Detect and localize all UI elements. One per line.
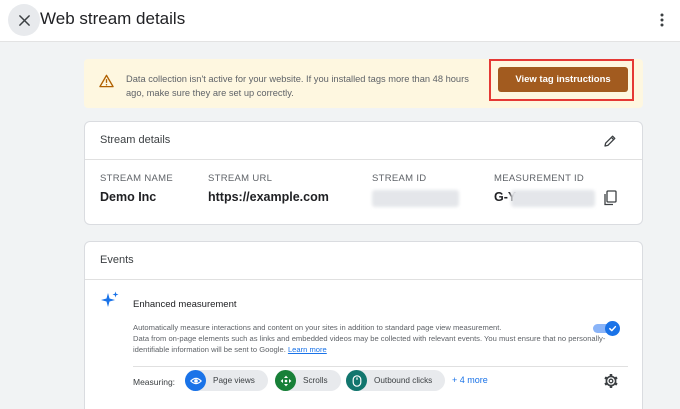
events-header: Events bbox=[85, 242, 642, 280]
stream-details-title: Stream details bbox=[100, 134, 171, 146]
chip-outbound-clicks[interactable]: Outbound clicks bbox=[346, 370, 445, 391]
chip-scrolls-label: Scrolls bbox=[303, 376, 328, 385]
gear-icon[interactable] bbox=[603, 373, 619, 389]
events-card: Events Enhanced measurement Automaticall… bbox=[84, 241, 643, 409]
chip-outbound-clicks-label: Outbound clicks bbox=[374, 376, 433, 385]
check-icon bbox=[609, 325, 617, 332]
toggle-knob bbox=[605, 321, 620, 336]
enhanced-measurement-description: Automatically measure interactions and c… bbox=[133, 322, 619, 355]
more-measurements-link[interactable]: + 4 more bbox=[452, 375, 488, 385]
close-icon bbox=[18, 14, 30, 26]
page-title: Web stream details bbox=[40, 9, 186, 28]
stream-name-value: Demo Inc bbox=[100, 190, 157, 204]
eye-icon bbox=[185, 370, 206, 391]
stream-details-header: Stream details bbox=[85, 122, 642, 160]
measurement-id-redacted bbox=[511, 190, 595, 207]
mouse-icon bbox=[346, 370, 367, 391]
stream-url-label: STREAM URL bbox=[208, 173, 273, 184]
close-button[interactable] bbox=[8, 4, 40, 36]
chip-scrolls[interactable]: Scrolls bbox=[275, 370, 341, 391]
learn-more-link[interactable]: Learn more bbox=[288, 345, 327, 354]
stream-id-label: STREAM ID bbox=[372, 173, 427, 184]
edit-icon[interactable] bbox=[603, 134, 617, 148]
crosshair-icon bbox=[275, 370, 296, 391]
more-vert-icon bbox=[660, 13, 664, 27]
top-bar: Web stream details bbox=[0, 0, 680, 42]
chip-page-views[interactable]: Page views bbox=[185, 370, 268, 391]
more-options-button[interactable] bbox=[652, 10, 672, 30]
enhanced-measurement-title: Enhanced measurement bbox=[133, 299, 237, 310]
section-divider bbox=[133, 366, 628, 367]
enhanced-measurement-summary: Automatically measure interactions and c… bbox=[133, 323, 502, 332]
stream-url-value: https://example.com bbox=[208, 190, 329, 204]
stream-id-redacted bbox=[372, 190, 459, 207]
enhanced-measurement-toggle[interactable] bbox=[593, 321, 620, 336]
stream-name-label: STREAM NAME bbox=[100, 173, 173, 184]
sparkle-icon bbox=[101, 291, 119, 307]
stream-details-card: Stream details STREAM NAME Demo Inc STRE… bbox=[84, 121, 643, 225]
chip-page-views-label: Page views bbox=[213, 376, 255, 385]
banner-message: Data collection isn't active for your we… bbox=[126, 74, 469, 98]
events-title: Events bbox=[100, 254, 134, 266]
copy-icon[interactable] bbox=[603, 190, 617, 206]
warning-icon bbox=[99, 74, 114, 88]
measurement-id-label: MEASUREMENT ID bbox=[494, 173, 585, 184]
enhanced-measurement-note: Data from on-page elements such as links… bbox=[133, 334, 606, 354]
measuring-label: Measuring: bbox=[133, 377, 176, 387]
view-tag-instructions-button[interactable]: View tag instructions bbox=[498, 67, 628, 92]
